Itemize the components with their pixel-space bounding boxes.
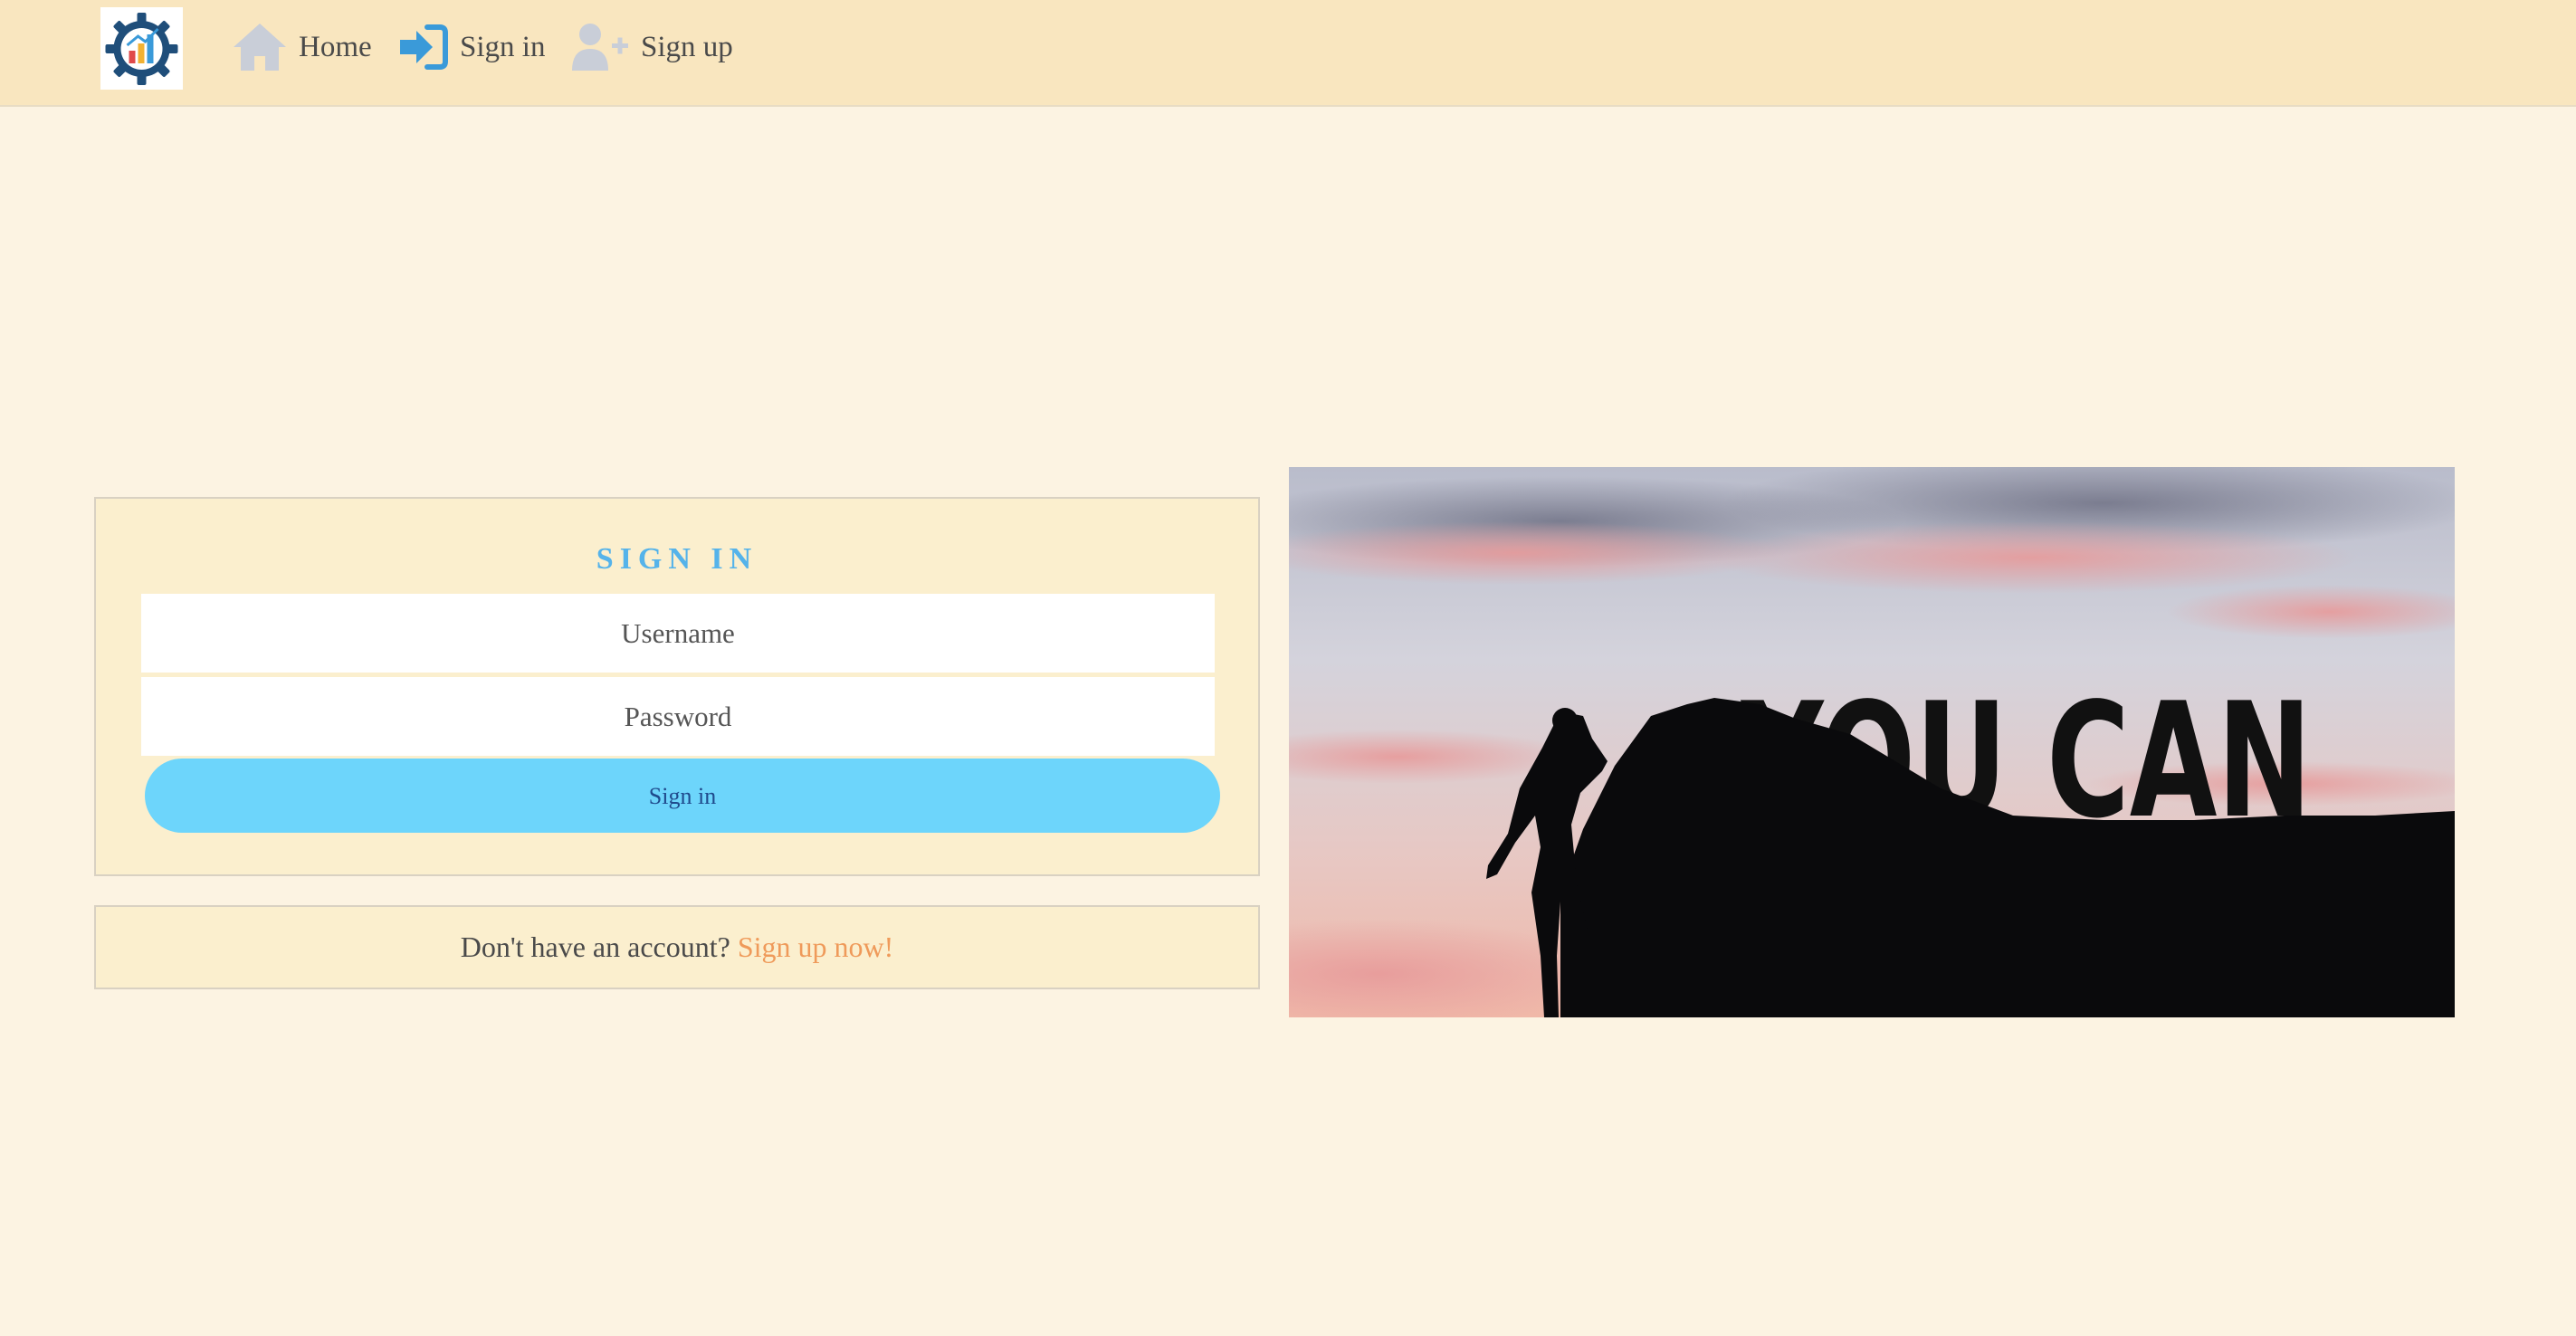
climber-silhouette-image: YOU CAN [1289, 467, 2455, 1017]
sign-up-link[interactable]: Sign up now! [738, 930, 893, 963]
sign-in-title: SIGN IN [596, 542, 758, 576]
sign-in-icon [400, 24, 448, 70]
app-logo[interactable] [100, 7, 183, 90]
add-user-icon [572, 24, 628, 71]
password-input[interactable] [141, 677, 1215, 756]
gear-chart-logo-icon [105, 13, 178, 85]
top-navbar: Home Sign in Sign up [0, 0, 2576, 107]
nav-sign-in-label: Sign in [460, 30, 546, 63]
hero-image: YOU CAN [1289, 467, 2455, 1017]
nav-home[interactable]: Home [232, 18, 372, 76]
sign-up-prompt-text: Don't have an account? [460, 930, 738, 963]
nav-sign-in[interactable]: Sign in [398, 18, 545, 76]
sign-in-form: SIGN IN Sign in [94, 497, 1260, 876]
home-icon [234, 24, 286, 71]
nav-sign-up-label: Sign up [641, 30, 733, 63]
nav-sign-up[interactable]: Sign up [570, 18, 733, 76]
sign-up-prompt: Don't have an account? Sign up now! [94, 905, 1260, 989]
username-input[interactable] [141, 594, 1215, 673]
nav-home-label: Home [299, 30, 372, 63]
sign-in-button[interactable]: Sign in [145, 759, 1220, 833]
